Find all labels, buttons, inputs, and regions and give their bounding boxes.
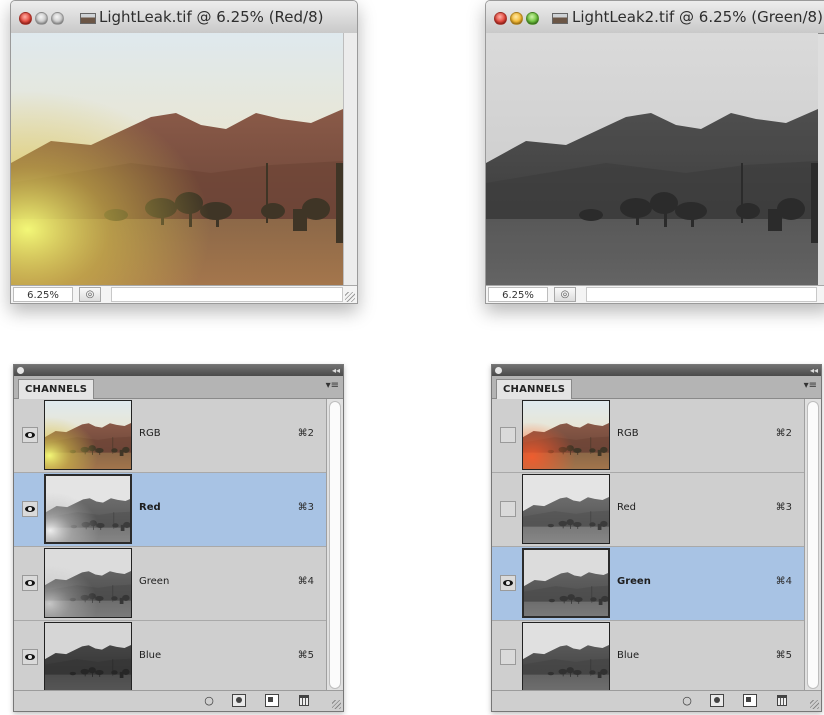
channel-row-rgb[interactable]: RGB ⌘2 [14,399,326,473]
resize-grip-icon[interactable] [810,700,819,709]
channels-panel-right: ◂◂ CHANNELS ▾≡ RGB ⌘2 Red ⌘3 Green ⌘4 Bl… [491,364,822,712]
channel-shortcut: ⌘3 [297,502,314,513]
channel-name: Red [617,502,636,513]
tab-channels[interactable]: CHANNELS [496,379,573,399]
close-window-button[interactable] [19,12,32,25]
channel-shortcut: ⌘5 [775,650,792,661]
mask-icon[interactable] [710,694,724,707]
window-title: LightLeak2.tif @ 6.25% (Green/8) [572,8,823,26]
new-channel-icon[interactable] [743,694,757,707]
channel-row-green[interactable]: Green ⌘4 [492,547,804,621]
panel-menu-icon[interactable]: ▾≡ [326,380,339,391]
panel-scrollbar[interactable] [326,399,343,691]
channel-thumbnail [44,622,132,692]
image-canvas[interactable] [11,33,343,285]
image-canvas[interactable] [486,33,818,285]
selection-circle-icon[interactable]: ○ [680,694,694,707]
channel-row-red[interactable]: Red ⌘3 [492,473,804,547]
channel-thumbnail [522,400,610,470]
channel-row-blue[interactable]: Blue ⌘5 [14,621,326,695]
mask-icon[interactable] [232,694,246,707]
channel-shortcut: ⌘4 [297,576,314,587]
trash-icon[interactable] [777,695,787,706]
panel-tab-row: CHANNELS ▾≡ [492,376,821,399]
zoom-level-field[interactable]: 6.25% [488,287,548,302]
zoom-level-field[interactable]: 6.25% [13,287,73,302]
vertical-scrollbar[interactable] [343,33,357,285]
status-bar: 6.25% ◎ [11,285,357,303]
panel-footer: ○ [492,690,821,711]
collapse-panel-icon[interactable]: ◂◂ [810,365,818,376]
document-icon [552,13,568,24]
selection-circle-icon[interactable]: ○ [202,694,216,707]
channel-shortcut: ⌘2 [297,428,314,439]
channel-shortcut: ⌘2 [775,428,792,439]
channel-thumbnail [44,474,132,544]
close-window-button[interactable] [494,12,507,25]
visibility-eye-icon[interactable] [500,575,516,591]
document-icon [80,13,96,24]
window-title-bar[interactable]: LightLeak.tif @ 6.25% (Red/8) [11,1,357,34]
resize-grip-icon[interactable] [345,292,355,302]
channel-thumbnail [522,474,610,544]
panel-footer: ○ [14,690,343,711]
minimize-window-button[interactable] [510,12,523,25]
panel-menu-icon[interactable]: ▾≡ [804,380,817,391]
channel-shortcut: ⌘5 [297,650,314,661]
visibility-toggle-empty[interactable] [500,501,516,517]
channel-name: Green [139,576,170,587]
channel-row-red[interactable]: Red ⌘3 [14,473,326,547]
visibility-eye-icon[interactable] [22,575,38,591]
trash-icon[interactable] [299,695,309,706]
status-menu-icon[interactable]: ◎ [79,287,101,302]
document-window-lightleak2[interactable]: LightLeak2.tif @ 6.25% (Green/8) 6.25% ◎ [485,0,824,304]
channel-shortcut: ⌘4 [775,576,792,587]
channel-thumbnail [522,548,610,618]
channel-thumbnail [44,400,132,470]
visibility-eye-icon[interactable] [22,427,38,443]
channel-name: Green [617,576,651,587]
window-title: LightLeak.tif @ 6.25% (Red/8) [99,8,324,26]
channel-thumbnail [522,622,610,692]
landscape-photo [11,33,343,285]
channel-row-rgb[interactable]: RGB ⌘2 [492,399,804,473]
resize-grip-icon[interactable] [332,700,341,709]
panel-header-bar[interactable]: ◂◂ [492,365,821,376]
panel-scrollbar[interactable] [804,399,821,691]
zoom-window-button[interactable] [51,12,64,25]
landscape-photo-grayscale [486,33,818,285]
horizontal-scrollbar[interactable] [111,287,343,302]
window-title-bar[interactable]: LightLeak2.tif @ 6.25% (Green/8) [486,1,824,34]
status-bar: 6.25% ◎ [486,285,824,303]
panel-close-icon[interactable] [495,367,502,374]
channel-name: RGB [617,428,639,439]
channel-name: RGB [139,428,161,439]
channels-panel-left: ◂◂ CHANNELS ▾≡ RGB ⌘2 Red ⌘3 Green ⌘4 Bl… [13,364,344,712]
horizontal-scrollbar[interactable] [586,287,817,302]
zoom-window-button[interactable] [526,12,539,25]
panel-close-icon[interactable] [17,367,24,374]
channel-thumbnail [44,548,132,618]
minimize-window-button[interactable] [35,12,48,25]
panel-tab-row: CHANNELS ▾≡ [14,376,343,399]
visibility-toggle-empty[interactable] [500,649,516,665]
panel-header-bar[interactable]: ◂◂ [14,365,343,376]
visibility-eye-icon[interactable] [22,649,38,665]
channel-row-green[interactable]: Green ⌘4 [14,547,326,621]
visibility-eye-icon[interactable] [22,501,38,517]
channel-name: Blue [617,650,640,661]
channel-shortcut: ⌘3 [775,502,792,513]
document-window-lightleak[interactable]: LightLeak.tif @ 6.25% (Red/8) 6.25% ◎ [10,0,358,304]
channel-name: Red [139,502,161,513]
visibility-toggle-empty[interactable] [500,427,516,443]
channel-name: Blue [139,650,162,661]
status-menu-icon[interactable]: ◎ [554,287,576,302]
new-channel-icon[interactable] [265,694,279,707]
channel-row-blue[interactable]: Blue ⌘5 [492,621,804,695]
tab-channels[interactable]: CHANNELS [18,379,95,399]
collapse-panel-icon[interactable]: ◂◂ [332,365,340,376]
